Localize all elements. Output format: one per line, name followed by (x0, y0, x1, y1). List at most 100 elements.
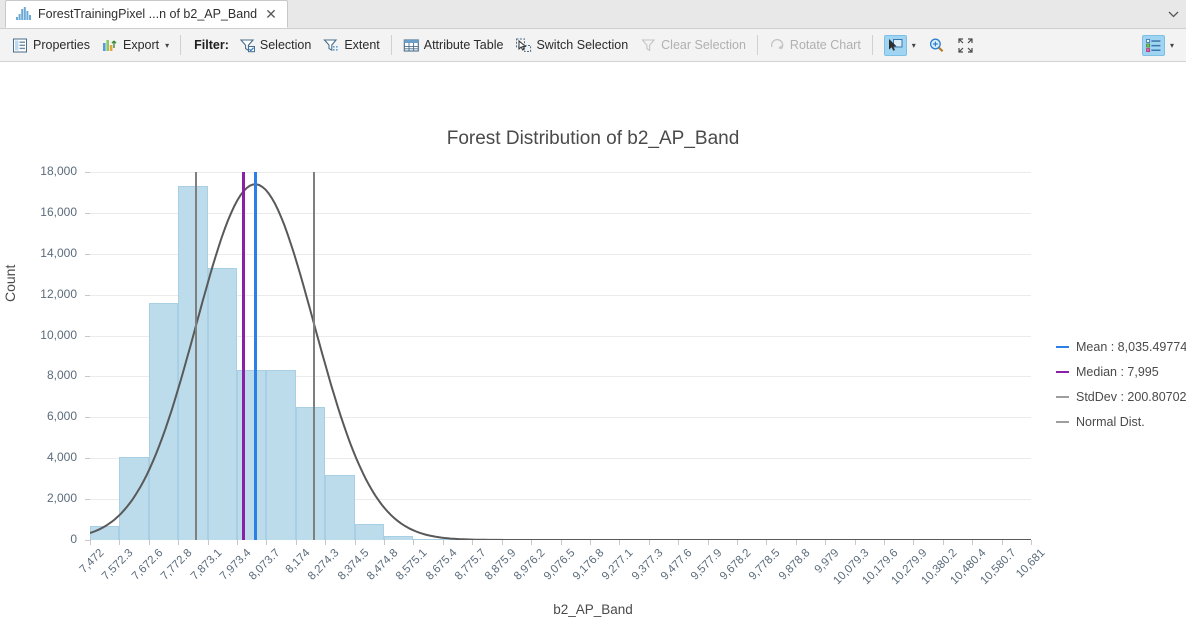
x-axis: 7,472 7,572.3 7,672.6 7,772.8 7,873.1 7,973.4… (78, 540, 1047, 600)
toolbar-separator (871, 35, 873, 55)
legend-toggle-button[interactable]: ▾ (1136, 33, 1180, 58)
x-axis-tick-mark (913, 540, 915, 545)
y-axis-tick-label: 2,000 (46, 491, 77, 506)
export-button[interactable]: Export ▾ (96, 33, 175, 58)
y-axis-tick-mark (85, 212, 90, 214)
legend-normal-dist[interactable]: Normal Dist. (1056, 415, 1186, 429)
histogram-icon (16, 6, 31, 23)
filter-extent-button[interactable]: Extent (317, 33, 385, 58)
y-axis-tick-mark (85, 294, 90, 296)
zoom-in-icon (928, 37, 945, 54)
switch-selection-button[interactable]: Switch Selection (509, 33, 634, 58)
y-axis-tick-mark (85, 540, 90, 541)
legend-swatch-icon (1056, 421, 1069, 423)
filter-extent-label: Extent (344, 38, 380, 52)
chart-toolbar: Properties Export ▾ Filter: Selection Ex… (0, 29, 1186, 62)
toolbar-separator (756, 35, 758, 55)
median-line (241, 172, 245, 540)
legend-toggle-caret-icon[interactable]: ▾ (1170, 41, 1174, 50)
x-axis-tick-mark (354, 540, 356, 545)
x-axis-tick-mark (531, 540, 533, 545)
tab-close-icon[interactable]: ✕ (264, 7, 278, 21)
export-caret-icon[interactable]: ▾ (165, 41, 169, 50)
chart-area: Forest Distribution of b2_AP_Band Count … (0, 62, 1186, 617)
clear-selection-icon (640, 37, 657, 54)
x-axis-tick-mark (207, 540, 209, 545)
x-axis-tick-mark (1031, 540, 1032, 545)
clear-selection-button[interactable]: Clear Selection (634, 33, 752, 58)
tab-strip: ForestTrainingPixel ...n of b2_AP_Band ✕ (0, 0, 1186, 29)
x-axis-tick-mark (90, 540, 91, 545)
export-icon (102, 37, 119, 54)
y-axis-tick-label: 6,000 (46, 409, 77, 424)
x-axis-tick-mark (266, 540, 268, 545)
legend-stddev[interactable]: StdDev : 200.80702 (1056, 390, 1186, 404)
legend-label: Mean : 8,035.49774 (1076, 340, 1186, 354)
attribute-table-button[interactable]: Attribute Table (397, 33, 510, 58)
properties-button[interactable]: Properties (6, 33, 96, 58)
x-axis-tick-mark (942, 540, 944, 545)
y-axis-tick-label: 18,000 (40, 164, 77, 178)
switch-selection-icon (515, 37, 532, 54)
x-axis-tick-mark (766, 540, 768, 545)
tab-overflow-chevron-down-icon[interactable] (1160, 0, 1186, 28)
x-axis-tick-mark (619, 540, 621, 545)
y-axis-tick-label: 14,000 (40, 245, 77, 260)
toolbar-separator (180, 35, 182, 55)
filter-selection-button[interactable]: Selection (233, 33, 317, 58)
rotate-chart-label: Rotate Chart (789, 38, 861, 52)
legend-swatch-icon (1056, 396, 1069, 398)
x-axis-tick-mark (178, 540, 180, 545)
chart-title: Forest Distribution of b2_AP_Band (446, 128, 740, 149)
export-label: Export (122, 38, 160, 52)
y-axis-tick-mark (85, 417, 90, 419)
selection-pointer-icon (887, 37, 904, 54)
legend-toggle-highlight[interactable] (1141, 34, 1165, 56)
table-icon (403, 37, 420, 54)
chart-tab[interactable]: ForestTrainingPixel ...n of b2_AP_Band ✕ (5, 0, 288, 28)
y-axis-tick-mark (85, 499, 90, 501)
switch-selection-label: Switch Selection (536, 38, 629, 52)
x-axis-tick-mark (736, 540, 738, 545)
legend-median[interactable]: Median : 7,995 (1056, 365, 1186, 379)
x-axis-tick-mark (560, 540, 562, 545)
y-axis-tick-label: 8,000 (46, 368, 77, 383)
x-axis-tick-mark (707, 540, 709, 545)
x-axis-tick-mark (472, 540, 474, 545)
y-axis-tick-mark (85, 172, 90, 173)
x-axis-tick-mark (648, 540, 650, 545)
filter-selection-icon (239, 37, 256, 54)
plot-area[interactable] (90, 172, 1031, 540)
x-axis-tick-mark (384, 540, 386, 545)
x-axis-tick-mark (883, 540, 885, 545)
legend-mean[interactable]: Mean : 8,035.49774 (1056, 340, 1186, 354)
x-axis-tick-mark (795, 540, 797, 545)
x-axis-tick-mark (148, 540, 150, 545)
x-axis-tick-mark (325, 540, 327, 545)
y-axis-tick-label: 12,000 (40, 286, 77, 301)
x-axis-tick-mark (854, 540, 856, 545)
x-axis-tick-mark (237, 540, 239, 545)
rotate-chart-icon (769, 37, 786, 54)
clear-selection-label: Clear Selection (661, 38, 746, 52)
legend-label: Median : 7,995 (1076, 365, 1159, 379)
zoom-in-button[interactable] (922, 33, 951, 58)
stddev-low-line (195, 172, 198, 540)
x-axis-tick-mark (825, 540, 827, 545)
rotate-chart-button[interactable]: Rotate Chart (763, 33, 867, 58)
y-axis-tick-label: 0 (70, 532, 77, 546)
x-axis-tick-mark (678, 540, 680, 545)
normal-distribution-curve (90, 183, 1031, 540)
selection-pointer-highlight[interactable] (883, 34, 907, 56)
toolbar-separator (390, 35, 392, 55)
y-axis-tick-label: 10,000 (40, 327, 77, 342)
full-extent-icon (957, 37, 974, 54)
selection-pointer-caret-icon[interactable]: ▾ (912, 41, 916, 50)
legend-swatch-icon (1056, 371, 1069, 373)
filter-extent-icon (323, 37, 340, 54)
selection-pointer-button[interactable]: ▾ (878, 33, 922, 58)
properties-icon (12, 37, 29, 54)
x-axis-tick-mark (589, 540, 591, 545)
full-extent-button[interactable] (951, 33, 980, 58)
y-axis-tick-mark (85, 458, 90, 460)
